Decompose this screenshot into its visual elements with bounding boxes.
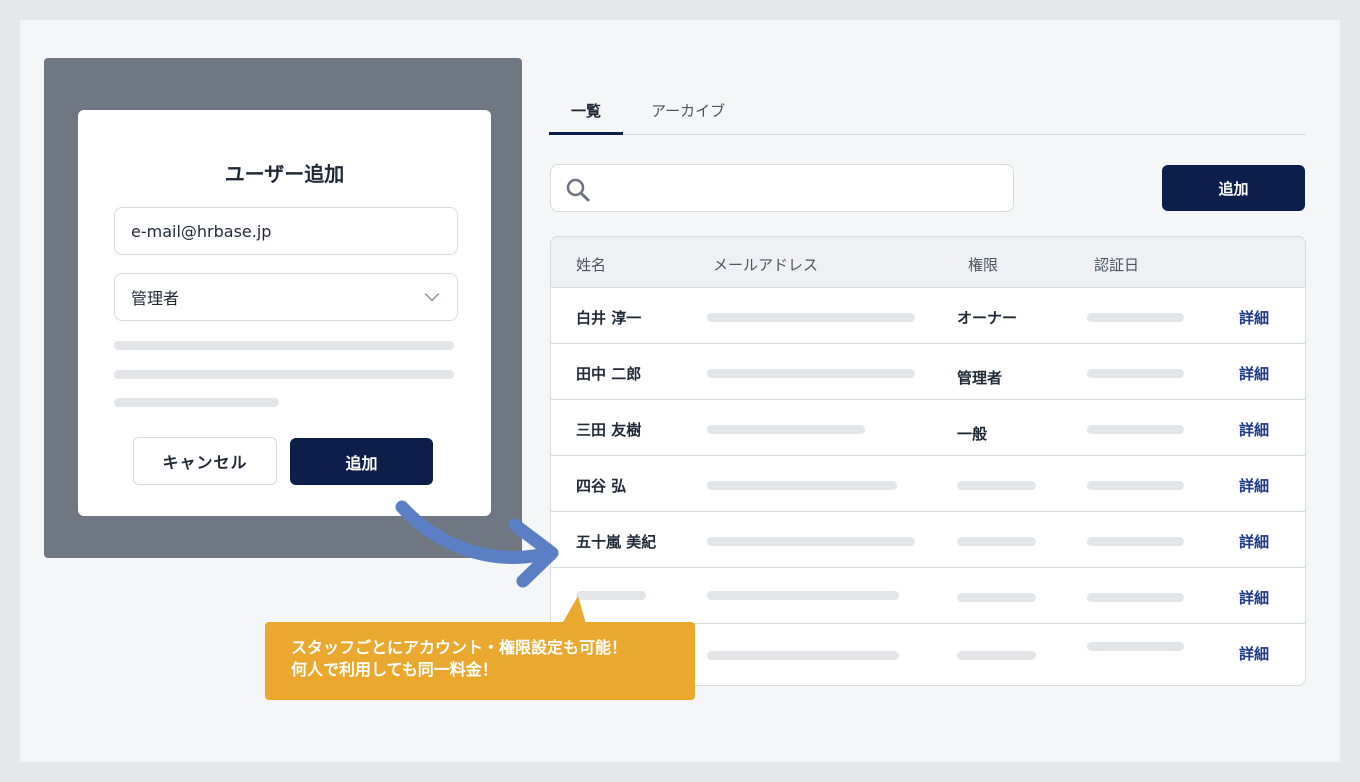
table-row: 詳細 <box>551 568 1305 624</box>
header-auth-date: 認証日 <box>1094 256 1140 274</box>
row-role: 一般 <box>957 425 988 443</box>
email-placeholder <box>707 313 915 322</box>
role-placeholder <box>957 593 1036 602</box>
date-placeholder <box>1087 481 1184 490</box>
placeholder-line <box>114 341 454 350</box>
date-placeholder <box>1087 369 1184 378</box>
cancel-button[interactable]: キャンセル <box>133 437 277 485</box>
email-placeholder <box>707 369 915 378</box>
row-name: 白井 淳一 <box>576 309 642 327</box>
feature-callout: スタッフごとにアカウント・権限設定も可能！ 何人で利用しても同一料金！ <box>265 622 695 700</box>
email-placeholder <box>707 481 897 490</box>
role-placeholder <box>957 481 1036 490</box>
callout-line-2: 何人で利用しても同一料金！ <box>291 660 498 679</box>
chevron-down-icon <box>424 286 440 302</box>
modal-title: ユーザー追加 <box>224 162 345 186</box>
email-placeholder <box>707 651 899 660</box>
header-email: メールアドレス <box>713 256 819 274</box>
row-name: 三田 友樹 <box>576 421 642 439</box>
date-placeholder <box>1087 537 1184 546</box>
row-name: 五十嵐 美紀 <box>576 533 657 551</box>
date-placeholder <box>1087 593 1184 602</box>
header-role: 権限 <box>968 256 999 274</box>
search-input[interactable] <box>550 164 1014 212</box>
placeholder-line <box>114 370 454 379</box>
table-row: 四谷 弘 詳細 <box>551 456 1305 512</box>
detail-link[interactable]: 詳細 <box>1239 643 1269 664</box>
date-placeholder <box>1087 425 1184 434</box>
role-placeholder <box>957 537 1036 546</box>
email-value: e-mail@hrbase.jp <box>131 221 272 241</box>
role-select[interactable]: 管理者 <box>114 273 458 321</box>
placeholder-line <box>114 398 279 407</box>
email-field[interactable]: e-mail@hrbase.jp <box>114 207 458 255</box>
role-placeholder <box>957 651 1036 660</box>
email-placeholder <box>707 425 865 434</box>
row-name: 四谷 弘 <box>576 477 627 495</box>
date-placeholder <box>1087 642 1184 651</box>
table-header: 姓名 メールアドレス 権限 認証日 <box>551 237 1305 288</box>
row-role: 管理者 <box>957 369 1003 387</box>
tab-list[interactable]: 一覧 <box>549 100 623 135</box>
detail-link[interactable]: 詳細 <box>1239 307 1269 328</box>
curved-arrow-icon <box>395 500 559 588</box>
detail-link[interactable]: 詳細 <box>1239 475 1269 496</box>
row-role: オーナー <box>957 309 1018 327</box>
add-user-button[interactable]: 追加 <box>1162 165 1305 211</box>
role-value: 管理者 <box>131 289 180 308</box>
user-table: 姓名 メールアドレス 権限 認証日 白井 淳一 オーナー 詳細 田中 二郎 管理… <box>550 236 1306 686</box>
modal-add-button[interactable]: 追加 <box>290 438 433 485</box>
callout-line-1: スタッフごとにアカウント・権限設定も可能！ <box>291 638 628 657</box>
table-row: 田中 二郎 管理者 詳細 <box>551 344 1305 400</box>
tab-archive[interactable]: アーカイブ <box>651 100 725 135</box>
add-user-modal: ユーザー追加 e-mail@hrbase.jp 管理者 キャンセル 追加 <box>78 110 491 516</box>
detail-link[interactable]: 詳細 <box>1239 587 1269 608</box>
header-name: 姓名 <box>576 256 607 274</box>
table-row: 白井 淳一 オーナー 詳細 <box>551 288 1305 344</box>
tab-bar: 一覧 アーカイブ <box>549 96 1306 135</box>
detail-link[interactable]: 詳細 <box>1239 363 1269 384</box>
table-row: 五十嵐 美紀 詳細 <box>551 512 1305 568</box>
email-placeholder <box>707 537 915 546</box>
email-placeholder <box>707 591 899 600</box>
detail-link[interactable]: 詳細 <box>1239 419 1269 440</box>
search-icon <box>566 178 590 202</box>
row-name: 田中 二郎 <box>576 365 642 383</box>
date-placeholder <box>1087 313 1184 322</box>
detail-link[interactable]: 詳細 <box>1239 531 1269 552</box>
table-row: 三田 友樹 一般 詳細 <box>551 400 1305 456</box>
